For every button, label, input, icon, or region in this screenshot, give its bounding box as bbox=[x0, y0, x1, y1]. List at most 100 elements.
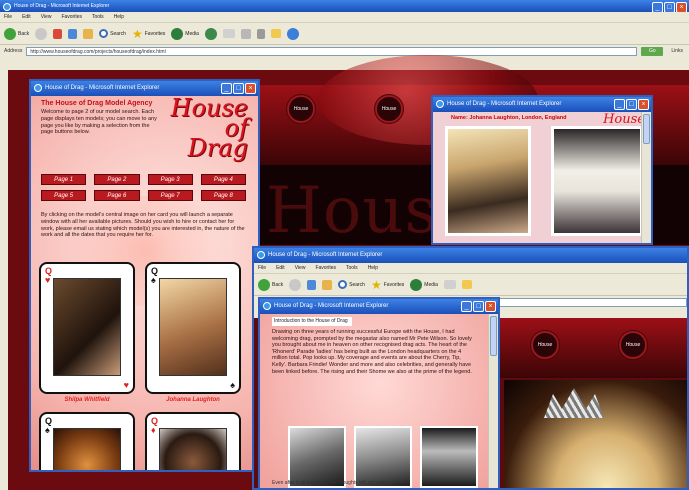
menu-view[interactable]: View bbox=[295, 263, 306, 273]
menu-file[interactable]: File bbox=[4, 12, 12, 22]
introduction-page: Introduction to the House of Drag Drawin… bbox=[260, 314, 498, 488]
page-3-button[interactable]: Page 3 bbox=[147, 174, 193, 185]
model-card[interactable]: Q ♥ ♥ bbox=[39, 262, 135, 394]
model-photo[interactable] bbox=[159, 428, 227, 470]
back-button[interactable]: Back bbox=[4, 27, 29, 40]
search-label: Search bbox=[349, 281, 365, 288]
front-menu-bar: File Edit View Favorites Tools Help bbox=[254, 263, 687, 274]
page-6-button[interactable]: Page 6 bbox=[94, 190, 140, 201]
diamond-suit-icon: ♦ bbox=[151, 425, 156, 435]
site-logo-badge-1[interactable]: House bbox=[286, 94, 316, 124]
page-1-button[interactable]: Page 1 bbox=[41, 174, 87, 185]
maximize-button[interactable]: □ bbox=[626, 99, 637, 110]
menu-favorites[interactable]: Favorites bbox=[61, 12, 82, 22]
scroll-thumb[interactable] bbox=[643, 114, 650, 144]
media-button[interactable]: Media bbox=[410, 278, 438, 291]
archive-photo[interactable] bbox=[420, 426, 478, 488]
close-button[interactable]: × bbox=[485, 301, 496, 312]
window-controls: _ □ × bbox=[652, 2, 687, 12]
model-card[interactable]: Q ♠ bbox=[39, 412, 135, 470]
favorites-button[interactable]: ★ Favorites bbox=[371, 278, 404, 292]
home-button[interactable] bbox=[322, 279, 333, 290]
model-photo[interactable] bbox=[159, 278, 227, 376]
minimize-button[interactable]: _ bbox=[221, 83, 232, 94]
forward-button[interactable] bbox=[35, 27, 48, 40]
page-8-button[interactable]: Page 8 bbox=[200, 190, 246, 201]
popup-scrollbar[interactable] bbox=[641, 112, 651, 243]
archive-photo[interactable] bbox=[354, 426, 412, 488]
print-button[interactable] bbox=[240, 28, 251, 39]
home-button[interactable] bbox=[83, 28, 94, 39]
page-7-button[interactable]: Page 7 bbox=[147, 190, 193, 201]
folder-button[interactable] bbox=[270, 29, 281, 38]
popup-page: Name: Johanna Laughton, London, England … bbox=[433, 112, 651, 243]
search-button[interactable]: Search bbox=[99, 29, 126, 38]
minimize-button[interactable]: _ bbox=[461, 301, 472, 312]
mail-button[interactable] bbox=[443, 280, 456, 289]
menu-favorites[interactable]: Favorites bbox=[315, 263, 336, 273]
model-photo[interactable] bbox=[53, 428, 121, 470]
spade-suit-icon: ♠ bbox=[45, 425, 50, 435]
introduction-tab[interactable]: Introduction to the House of Drag bbox=[272, 317, 352, 326]
menu-help[interactable]: Help bbox=[368, 263, 378, 273]
edit-button[interactable] bbox=[256, 28, 265, 39]
inner-window-title: House of Drag - Microsoft Internet Explo… bbox=[274, 303, 389, 309]
model-photo-popup: House of Drag - Microsoft Internet Explo… bbox=[431, 95, 653, 245]
forward-button[interactable] bbox=[289, 278, 302, 291]
model-name[interactable]: Johanna Laughton bbox=[145, 397, 241, 403]
menu-edit[interactable]: Edit bbox=[276, 263, 285, 273]
media-button[interactable]: Media bbox=[171, 27, 199, 40]
site-header-banner bbox=[494, 318, 687, 378]
archive-photo[interactable] bbox=[288, 426, 346, 488]
model-name[interactable]: Shilpa Whitfield bbox=[39, 397, 135, 403]
site-logo-badge-2[interactable]: House bbox=[374, 94, 404, 124]
window-controls: _ □ × bbox=[221, 83, 256, 94]
model-photo[interactable] bbox=[551, 126, 643, 236]
page-5-button[interactable]: Page 5 bbox=[41, 190, 87, 201]
scroll-thumb[interactable] bbox=[490, 316, 497, 356]
model-card[interactable]: Q ♠ ♠ bbox=[145, 262, 241, 394]
print-icon bbox=[240, 28, 251, 39]
close-button[interactable]: × bbox=[245, 83, 256, 94]
back-button[interactable]: Back bbox=[258, 278, 283, 291]
window-controls: _ □ × bbox=[461, 301, 496, 312]
links-label[interactable]: Links bbox=[671, 45, 683, 57]
menu-tools[interactable]: Tools bbox=[346, 263, 358, 273]
media-icon bbox=[410, 278, 423, 291]
close-button[interactable]: × bbox=[676, 2, 687, 12]
menu-file[interactable]: File bbox=[258, 263, 266, 273]
refresh-button[interactable] bbox=[68, 28, 78, 39]
history-button[interactable] bbox=[204, 27, 217, 40]
search-button[interactable]: Search bbox=[338, 280, 365, 289]
model-card[interactable]: Q ♦ bbox=[145, 412, 241, 470]
mail-button[interactable] bbox=[222, 29, 235, 38]
maximize-button[interactable]: □ bbox=[664, 2, 675, 12]
site-logo-badge-2[interactable]: House bbox=[618, 330, 648, 360]
front-title-bar: House of Drag - Microsoft Internet Explo… bbox=[254, 248, 687, 263]
favorites-button[interactable]: ★ Favorites bbox=[132, 27, 165, 41]
menu-view[interactable]: View bbox=[41, 12, 52, 22]
address-field[interactable]: http://www.houseofdrag.com/projects/hous… bbox=[26, 46, 638, 56]
page-4-button[interactable]: Page 4 bbox=[200, 174, 246, 185]
model-photo[interactable] bbox=[53, 278, 121, 376]
popup-title-bar: House of Drag - Microsoft Internet Explo… bbox=[433, 97, 651, 112]
agency-heading: The House of Drag Model Agency bbox=[41, 100, 153, 107]
folder-button[interactable] bbox=[461, 280, 472, 289]
menu-edit[interactable]: Edit bbox=[22, 12, 31, 22]
menu-help[interactable]: Help bbox=[114, 12, 124, 22]
menu-tools[interactable]: Tools bbox=[92, 12, 104, 22]
close-button[interactable]: × bbox=[638, 99, 649, 110]
introduction-footer: Even after it all ended up, the thoughts… bbox=[272, 480, 386, 486]
model-photo[interactable] bbox=[445, 126, 531, 236]
minimize-button[interactable]: _ bbox=[614, 99, 625, 110]
go-button[interactable]: Go bbox=[641, 46, 664, 56]
refresh-button[interactable] bbox=[307, 279, 317, 290]
stop-button[interactable] bbox=[53, 28, 63, 39]
maximize-button[interactable]: □ bbox=[233, 83, 244, 94]
site-logo-badge-1[interactable]: House bbox=[530, 330, 560, 360]
messenger-button[interactable] bbox=[286, 27, 299, 40]
minimize-button[interactable]: _ bbox=[652, 2, 663, 12]
page-2-button[interactable]: Page 2 bbox=[94, 174, 140, 185]
maximize-button[interactable]: □ bbox=[473, 301, 484, 312]
inner-scrollbar[interactable] bbox=[488, 314, 498, 488]
